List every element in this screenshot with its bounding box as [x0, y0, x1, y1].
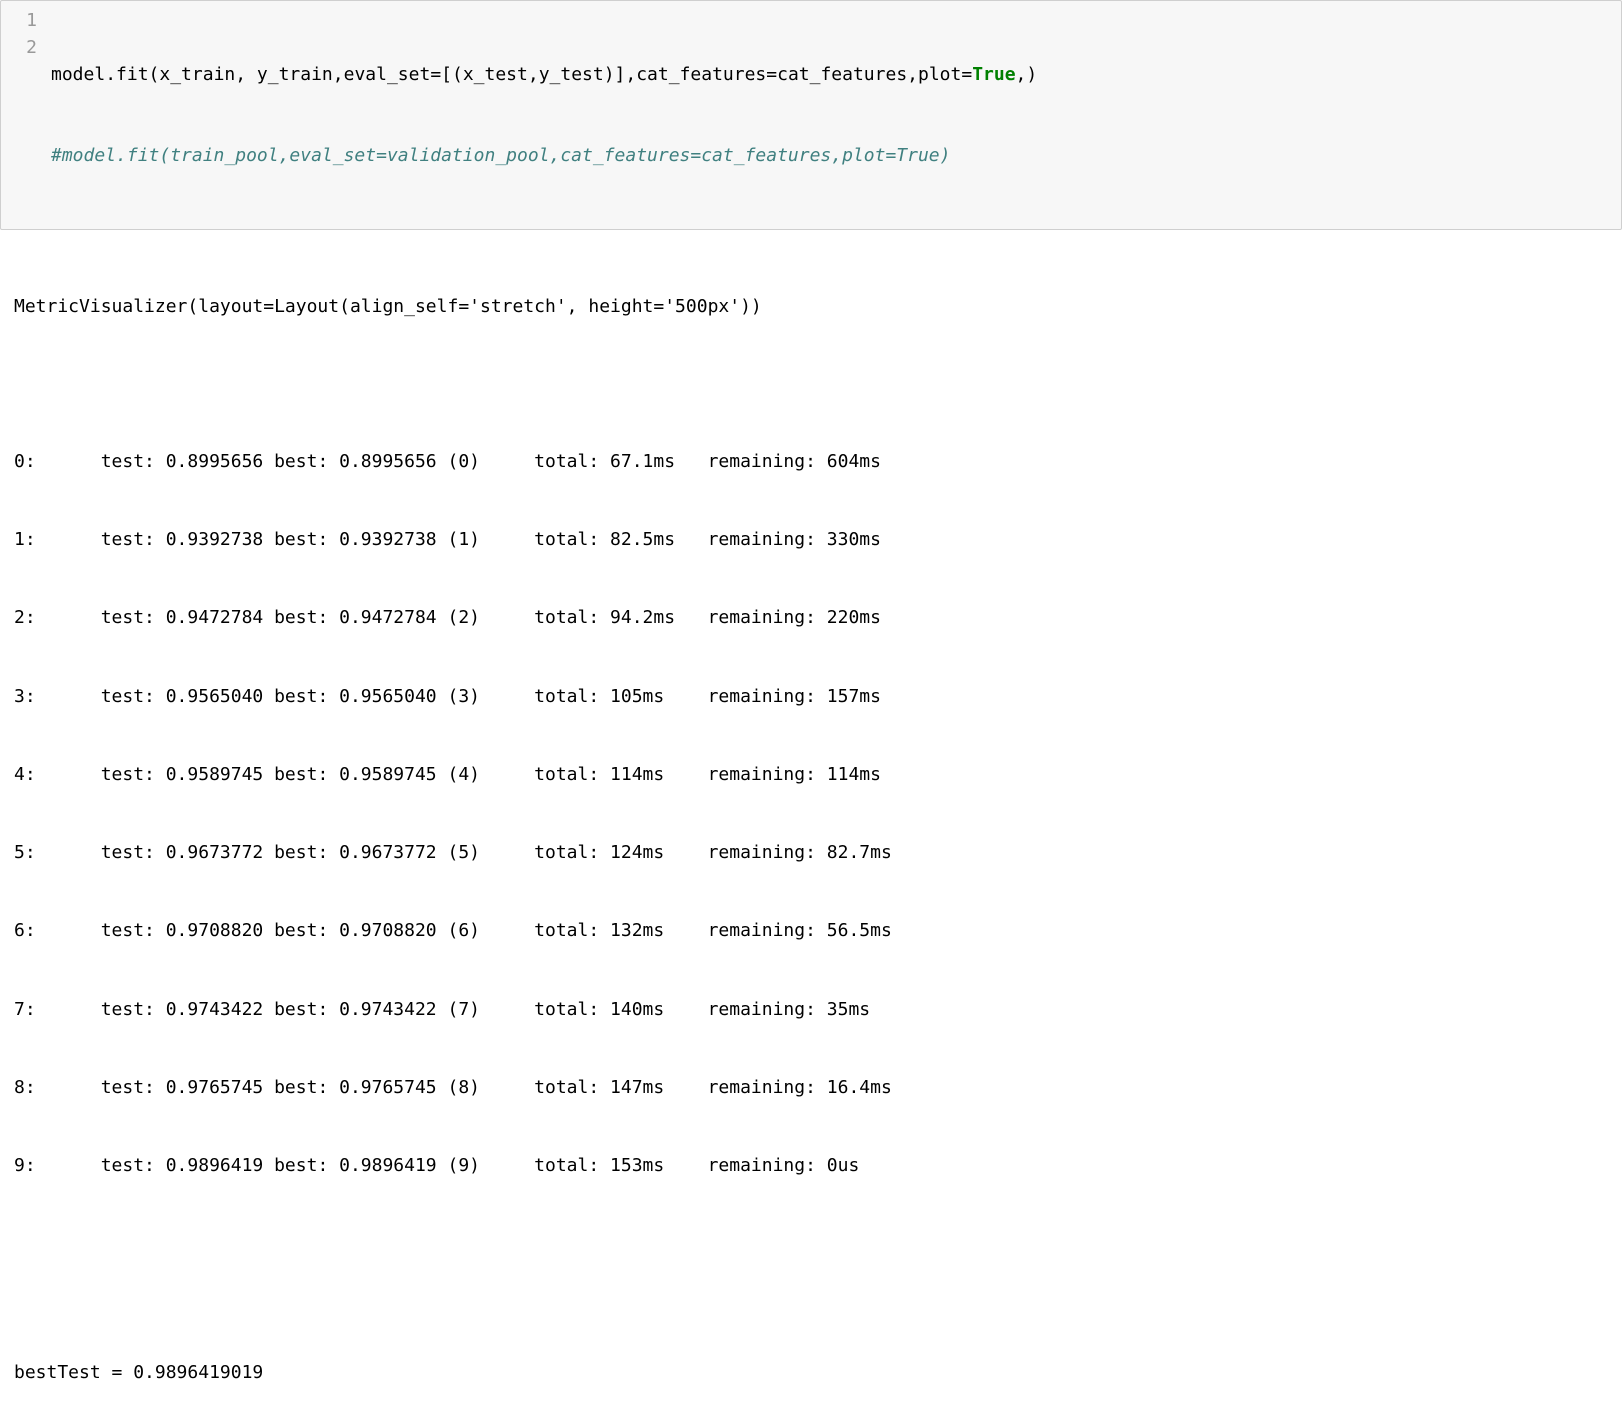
log-row: 0: test: 0.8995656 best: 0.8995656 (0) t… — [14, 449, 1608, 475]
log-row: 2: test: 0.9472784 best: 0.9472784 (2) t… — [14, 605, 1608, 631]
code-line-1[interactable]: model.fit(x_train, y_train,eval_set=[(x_… — [51, 61, 1621, 88]
log-row: 1: test: 0.9392738 best: 0.9392738 (1) t… — [14, 527, 1608, 553]
log-row: 5: test: 0.9673772 best: 0.9673772 (5) t… — [14, 840, 1608, 866]
line-number: 2 — [1, 34, 37, 61]
log-row: 8: test: 0.9765745 best: 0.9765745 (8) t… — [14, 1075, 1608, 1101]
log-row: 7: test: 0.9743422 best: 0.9743422 (7) t… — [14, 997, 1608, 1023]
line-number: 1 — [1, 7, 37, 34]
output-area: MetricVisualizer(layout=Layout(align_sel… — [0, 230, 1622, 1412]
code-content[interactable]: model.fit(x_train, y_train,eval_set=[(x_… — [51, 7, 1621, 223]
best-test-line: bestTest = 0.9896419019 — [14, 1360, 1608, 1386]
log-row: 4: test: 0.9589745 best: 0.9589745 (4) t… — [14, 762, 1608, 788]
line-number-gutter: 1 2 — [1, 7, 51, 223]
code-line-2[interactable]: #model.fit(train_pool,eval_set=validatio… — [51, 142, 1621, 169]
code-cell[interactable]: 1 2 model.fit(x_train, y_train,eval_set=… — [0, 0, 1622, 230]
log-row: 9: test: 0.9896419 best: 0.9896419 (9) t… — [14, 1153, 1608, 1179]
metric-visualizer-line: MetricVisualizer(layout=Layout(align_sel… — [14, 294, 1608, 320]
log-row: 6: test: 0.9708820 best: 0.9708820 (6) t… — [14, 918, 1608, 944]
training-log: 0: test: 0.8995656 best: 0.8995656 (0) t… — [14, 396, 1608, 1231]
